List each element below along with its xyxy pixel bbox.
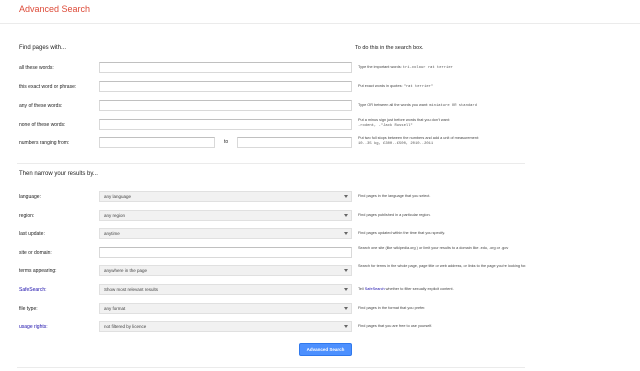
terms-appearing-select[interactable]: anywhere in the page <box>99 265 352 276</box>
terms-appearing-label: terms appearing: <box>19 268 57 274</box>
exact-phrase-hint: Put exact words in quotes: "rat terrier" <box>358 84 434 89</box>
page-title: Advanced Search <box>19 4 91 14</box>
chevron-down-icon <box>344 232 348 235</box>
all-words-hint: Type the important words: tri-colour rat… <box>358 65 453 70</box>
safesearch-hint: Tell SafeSearch whether to filter sexual… <box>358 287 454 291</box>
language-select[interactable]: any language <box>99 191 352 202</box>
file-type-label: file type: <box>19 306 38 312</box>
chevron-down-icon <box>344 307 348 310</box>
usage-rights-hint: Find pages that you are free to use your… <box>358 324 433 328</box>
numbers-range-label: numbers ranging from: <box>19 140 70 146</box>
safesearch-select[interactable]: Show most relevant results <box>99 284 352 295</box>
safesearch-hint-link[interactable]: SafeSearch <box>365 287 385 291</box>
last-update-label: last update: <box>19 231 45 237</box>
site-domain-input[interactable] <box>99 247 352 258</box>
none-words-input[interactable] <box>99 119 352 130</box>
to-label: to <box>224 139 229 145</box>
none-words-hint: Put a minus sign just before words that … <box>358 118 450 128</box>
section-divider <box>17 163 525 164</box>
hint-heading: To do this in the search box. <box>355 45 424 51</box>
site-domain-hint: Search one site (like wikipedia.org ) or… <box>358 246 509 250</box>
terms-appearing-hint: Search for terms in the whole page, page… <box>358 264 527 268</box>
footer-divider <box>17 367 525 368</box>
numbers-to-input[interactable] <box>237 137 352 148</box>
all-words-label: all these words: <box>19 65 54 71</box>
any-words-hint: Type OR between all the words you want: … <box>358 103 477 108</box>
language-label: language: <box>19 194 41 200</box>
exact-phrase-label: this exact word or phrase: <box>19 84 77 90</box>
language-hint: Find pages in the language that you sele… <box>358 194 431 198</box>
region-label: region: <box>19 213 35 219</box>
none-words-label: none of these words: <box>19 122 66 128</box>
chevron-down-icon <box>344 214 348 217</box>
usage-rights-select[interactable]: not filtered by licence <box>99 321 352 332</box>
narrow-section-heading: Then narrow your results by... <box>19 171 98 177</box>
header: Advanced Search <box>0 0 640 24</box>
region-select[interactable]: any region <box>99 210 352 221</box>
any-words-label: any of these words: <box>19 103 63 109</box>
last-update-hint: Find pages updated within the time that … <box>358 231 446 235</box>
find-section-heading: Find pages with... <box>19 45 67 51</box>
chevron-down-icon <box>344 288 348 291</box>
safesearch-link[interactable]: SafeSearch: <box>19 287 47 293</box>
numbers-from-input[interactable] <box>99 137 215 148</box>
any-words-input[interactable] <box>99 100 352 111</box>
file-type-select[interactable]: any format <box>99 303 352 314</box>
last-update-select[interactable]: anytime <box>99 228 352 239</box>
numbers-range-hint: Put two full stops between the numbers a… <box>358 136 479 146</box>
file-type-hint: Find pages in the format that you prefer… <box>358 306 426 310</box>
chevron-down-icon <box>344 195 348 198</box>
region-hint: Find pages published in a particular reg… <box>358 213 431 217</box>
chevron-down-icon <box>344 325 348 328</box>
usage-rights-link[interactable]: usage rights: <box>19 324 48 330</box>
chevron-down-icon <box>344 269 348 272</box>
all-words-input[interactable] <box>99 62 352 73</box>
site-domain-label: site or domain: <box>19 250 52 256</box>
advanced-search-button[interactable]: Advanced Search <box>299 343 352 356</box>
exact-phrase-input[interactable] <box>99 81 352 92</box>
